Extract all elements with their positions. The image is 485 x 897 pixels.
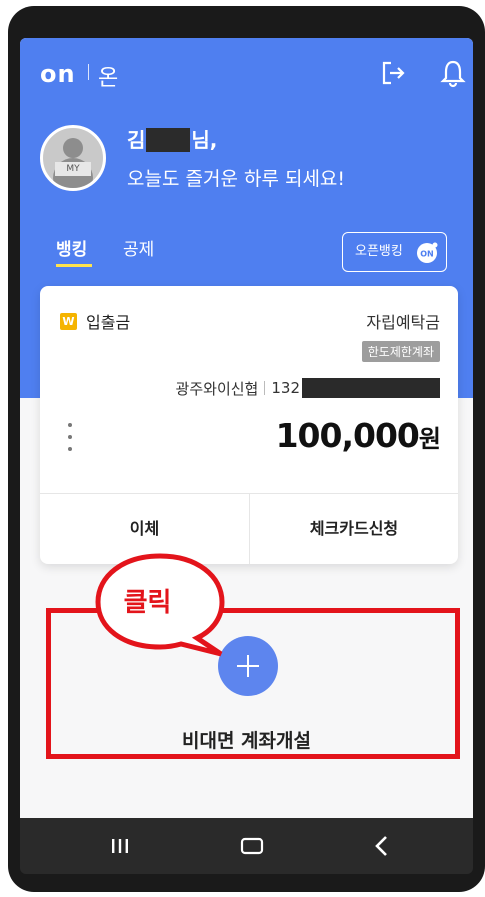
name-redaction [146, 128, 191, 152]
back-icon[interactable] [368, 832, 396, 860]
account-number-redaction [302, 378, 440, 398]
bank-separator [264, 381, 266, 395]
notification-button[interactable] [438, 58, 468, 88]
svg-text:ON: ON [420, 250, 434, 259]
avatar-my-tag: MY [55, 162, 91, 176]
user-name: 김 님, [127, 124, 217, 153]
balance-amount: 100,000 [275, 416, 420, 455]
account-card[interactable]: W 입출금 자립예탁금 한도제한계좌 광주와이신협 132 100,000원 이… [40, 286, 458, 564]
account-type: 입출금 [86, 313, 131, 332]
bell-icon [440, 60, 466, 88]
logo-divider [88, 64, 89, 80]
system-navbar [20, 818, 473, 874]
account-number-row: 광주와이신협 132 [176, 376, 440, 400]
callout-text: 클릭 [123, 588, 172, 618]
app-logo-korean: 온 [98, 66, 119, 91]
user-name-first: 김 [127, 128, 146, 152]
logout-button[interactable] [378, 58, 408, 88]
tab-gongje[interactable]: 공제 [123, 235, 154, 260]
more-options-icon[interactable] [68, 423, 74, 459]
check-card-button[interactable]: 체크카드신청 [250, 493, 458, 564]
dot-3 [68, 447, 72, 451]
home-icon[interactable] [238, 832, 266, 860]
user-name-suffix: 님, [191, 128, 218, 152]
account-number-prefix: 132 [271, 379, 300, 397]
tab-active-indicator [56, 264, 92, 267]
open-banking-on-icon: ON [417, 242, 438, 263]
product-name: 자립예탁금 [366, 313, 440, 332]
open-banking-button[interactable]: 오픈뱅킹 ON [342, 232, 447, 272]
greeting-text: 오늘도 즐거운 하루 되세요! [127, 168, 346, 190]
balance: 100,000원 [275, 416, 441, 455]
avatar[interactable]: MY [40, 125, 106, 191]
dot-2 [68, 435, 72, 439]
dot-1 [68, 423, 72, 427]
open-banking-label: 오픈뱅킹 [355, 244, 403, 259]
avatar-head-shape [63, 138, 83, 158]
won-icon: W [60, 313, 77, 330]
balance-unit: 원 [418, 425, 441, 453]
tab-banking[interactable]: 뱅킹 [56, 235, 87, 260]
app-logo: on [40, 60, 76, 88]
limit-badge: 한도제한계좌 [361, 341, 440, 362]
bank-name: 광주와이신협 [175, 379, 259, 398]
recent-apps-icon[interactable] [106, 832, 134, 860]
logout-icon [382, 61, 405, 85]
